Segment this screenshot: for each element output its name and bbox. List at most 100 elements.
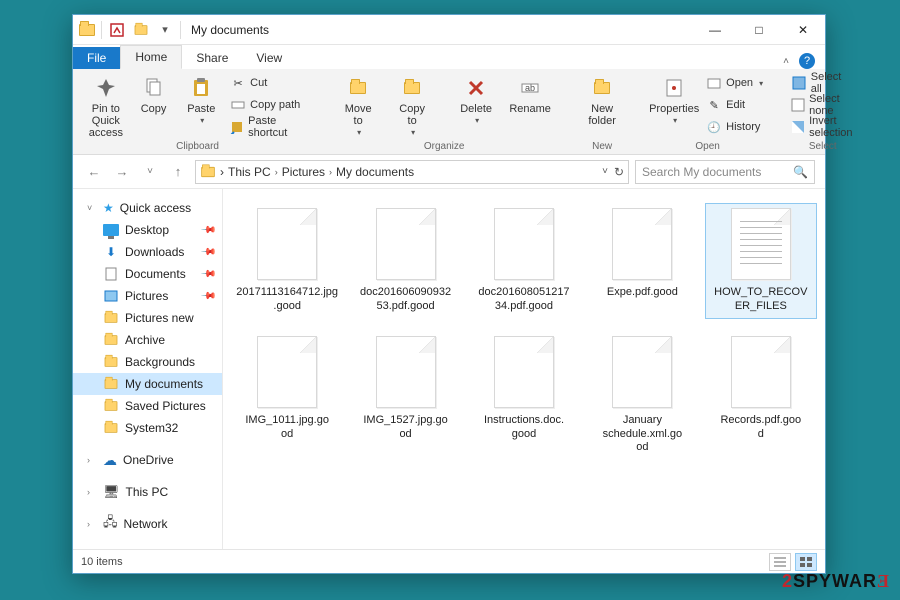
file-item[interactable]: IMG_1527.jpg.go od <box>349 331 461 460</box>
pin-to-quick-access-button[interactable]: Pin to Quick access <box>85 73 127 139</box>
recent-locations-button[interactable]: ˅ <box>139 161 161 183</box>
label: Properties <box>649 103 699 115</box>
search-icon: 🔍 <box>793 165 808 179</box>
sidebar-this-pc[interactable]: ›🖥This PC <box>73 481 222 503</box>
search-input[interactable]: Search My documents 🔍 <box>635 160 815 184</box>
copy-to-button[interactable]: Copy to▾ <box>388 73 436 138</box>
file-name: Records.pdf.goo d <box>720 414 801 442</box>
sidebar-quick-access[interactable]: ˅★Quick access <box>73 197 222 219</box>
breadcrumb-this-pc[interactable]: This PC› <box>228 165 278 179</box>
label: Copy to <box>399 103 425 127</box>
label: Rename <box>509 103 551 115</box>
chevron-right-icon: › <box>220 165 224 179</box>
qat-dropdown-icon[interactable]: ▾ <box>156 21 174 39</box>
chevron-right-icon: › <box>275 167 278 177</box>
tab-share[interactable]: Share <box>182 47 242 69</box>
back-button[interactable]: ← <box>83 161 105 183</box>
open-button[interactable]: Open▾ <box>704 73 765 93</box>
cut-button[interactable]: ✂Cut <box>228 73 310 93</box>
file-item[interactable]: doc201608051217 34.pdf.good <box>468 203 580 319</box>
group-select: Select all Select none Invert selection … <box>783 73 862 152</box>
qat-new-folder-icon[interactable] <box>132 21 150 39</box>
edit-button[interactable]: ✎Edit <box>704 95 765 115</box>
sidebar-network[interactable]: ›🖧Network <box>73 513 222 535</box>
properties-button[interactable]: Properties▾ <box>650 73 698 126</box>
delete-button[interactable]: Delete▾ <box>452 73 500 126</box>
file-icon <box>612 208 672 280</box>
file-item[interactable]: doc201606090932 53.pdf.good <box>349 203 461 319</box>
dogear-icon <box>537 209 553 225</box>
minimize-button[interactable]: — <box>693 15 737 45</box>
chevron-right-icon: › <box>329 167 332 177</box>
paste-icon <box>187 75 215 101</box>
qat-properties-icon[interactable] <box>108 21 126 39</box>
pin-icon: 📌 <box>199 222 216 239</box>
file-item[interactable]: IMG_1011.jpg.go od <box>231 331 343 460</box>
move-to-button[interactable]: Move to▾ <box>334 73 382 138</box>
dogear-icon <box>655 209 671 225</box>
copy-path-button[interactable]: Copy path <box>228 95 310 115</box>
paste-shortcut-button[interactable]: Paste shortcut <box>228 117 310 137</box>
refresh-button[interactable]: ↻ <box>614 165 624 179</box>
tab-file[interactable]: File <box>73 47 120 69</box>
sidebar-system32[interactable]: System32 <box>73 417 222 439</box>
up-button[interactable]: ↑ <box>167 161 189 183</box>
folder-icon <box>105 379 118 389</box>
tab-view[interactable]: View <box>242 47 296 69</box>
select-all-button[interactable]: Select all <box>789 73 856 93</box>
sidebar-pictures-new[interactable]: Pictures new <box>73 307 222 329</box>
file-icon <box>731 336 791 408</box>
paste-button[interactable]: Paste ▾ <box>180 73 222 126</box>
file-pane[interactable]: 20171113164712.jpg.gooddoc201606090932 5… <box>223 189 825 549</box>
label: Delete <box>460 103 492 115</box>
file-item[interactable]: Instructions.doc. good <box>468 331 580 460</box>
sidebar-desktop[interactable]: Desktop📌 <box>73 219 222 241</box>
history-button[interactable]: 🕘 History <box>704 117 765 137</box>
label: History <box>726 121 760 133</box>
sidebar-archive[interactable]: Archive <box>73 329 222 351</box>
ribbon-tabs: File Home Share View ˄ ? <box>73 45 825 69</box>
select-none-button[interactable]: Select none <box>789 95 856 115</box>
sidebar-backgrounds[interactable]: Backgrounds <box>73 351 222 373</box>
body: ˅★Quick access Desktop📌 ⬇Downloads📌 Docu… <box>73 189 825 549</box>
history-icon: 🕘 <box>706 119 722 135</box>
file-name: January schedule.xml.go od <box>603 414 683 455</box>
watermark-e: Ǝ <box>877 571 890 591</box>
file-icon <box>257 336 317 408</box>
sidebar-downloads[interactable]: ⬇Downloads📌 <box>73 241 222 263</box>
help-button[interactable]: ? <box>799 53 815 69</box>
new-folder-button[interactable]: New folder <box>578 73 626 127</box>
sidebar-pictures[interactable]: Pictures📌 <box>73 285 222 307</box>
group-label: Select <box>809 139 837 152</box>
pc-icon: 🖥 <box>103 484 120 500</box>
sidebar-my-documents[interactable]: My documents <box>73 373 222 395</box>
address-dropdown-button[interactable]: ˅ <box>602 166 608 177</box>
details-view-button[interactable] <box>769 553 791 571</box>
chevron-down-icon: ▾ <box>357 129 361 138</box>
file-item[interactable]: 20171113164712.jpg.good <box>231 203 343 319</box>
sidebar-onedrive[interactable]: ›☁OneDrive <box>73 449 222 471</box>
copy-button[interactable]: Copy <box>133 73 175 115</box>
invert-selection-button[interactable]: Invert selection <box>789 117 856 137</box>
forward-button[interactable]: → <box>111 161 133 183</box>
sidebar-documents[interactable]: Documents📌 <box>73 263 222 285</box>
sidebar-saved-pictures[interactable]: Saved Pictures <box>73 395 222 417</box>
collapse-ribbon-button[interactable]: ˄ <box>783 56 789 67</box>
separator <box>101 21 102 39</box>
address-bar[interactable]: › This PC› Pictures› My documents ˅ ↻ <box>195 160 629 184</box>
tab-home[interactable]: Home <box>120 45 182 69</box>
explorer-window: ▾ My documents — □ ✕ File Home Share Vie… <box>72 14 826 574</box>
icons-view-button[interactable] <box>795 553 817 571</box>
file-item[interactable]: Expe.pdf.good <box>586 203 698 319</box>
file-grid: 20171113164712.jpg.gooddoc201606090932 5… <box>231 203 817 460</box>
close-button[interactable]: ✕ <box>781 15 825 45</box>
cloud-icon: ☁ <box>103 453 117 467</box>
maximize-button[interactable]: □ <box>737 15 781 45</box>
dogear-icon <box>300 337 316 353</box>
breadcrumb-my-documents[interactable]: My documents <box>336 165 414 179</box>
file-item[interactable]: HOW_TO_RECOV ER_FILES <box>705 203 817 319</box>
file-item[interactable]: Records.pdf.goo d <box>705 331 817 460</box>
rename-button[interactable]: ab Rename <box>506 73 554 115</box>
file-item[interactable]: January schedule.xml.go od <box>586 331 698 460</box>
breadcrumb-pictures[interactable]: Pictures› <box>282 165 332 179</box>
